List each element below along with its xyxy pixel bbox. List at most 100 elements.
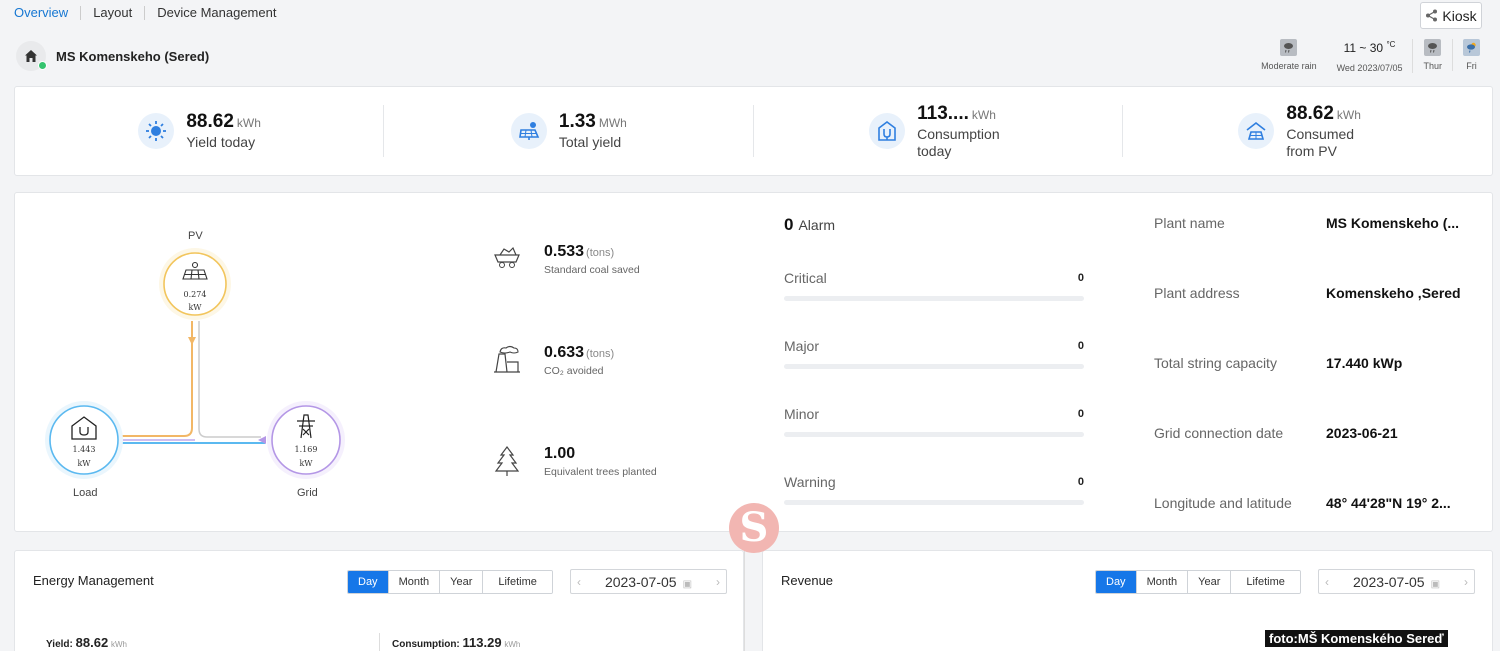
stat-label: Yield: bbox=[46, 639, 73, 650]
flow-line-pv-load bbox=[120, 321, 193, 437]
kpi-unit: kWh bbox=[236, 116, 261, 130]
section-title: Revenue bbox=[781, 573, 834, 588]
env-unit: (tons) bbox=[586, 247, 615, 259]
consumption-stat: Consumption: 113.29 kWh bbox=[392, 635, 520, 650]
energy-flow-diagram: 0.274 kW 1.443 kW 1.169 kW PV Load Grid bbox=[15, 193, 395, 533]
period-year[interactable]: Year bbox=[440, 571, 484, 593]
period-day[interactable]: Day bbox=[348, 571, 389, 593]
env-trees-planted: 1.00 Equivalent trees planted bbox=[490, 445, 720, 478]
period-month[interactable]: Month bbox=[388, 571, 441, 593]
pv-label: PV bbox=[188, 230, 203, 242]
period-year[interactable]: Year bbox=[1188, 571, 1232, 593]
weather-widget: Moderate rain 11 ~ 30 °C Wed 2023/07/05 … bbox=[1251, 39, 1480, 73]
env-unit: (tons) bbox=[586, 348, 615, 360]
alarm-panel: 0 Alarm Critical 0 Major 0 Minor 0 Warnin… bbox=[784, 215, 1084, 505]
alarm-row-name: Warning bbox=[784, 474, 836, 490]
watermark-divider bbox=[744, 540, 745, 651]
tab-layout[interactable]: Layout bbox=[81, 6, 146, 20]
next-date-icon[interactable]: › bbox=[716, 575, 720, 589]
plant-overview-card: 0.274 kW 1.443 kW 1.169 kW PV Load Grid … bbox=[14, 192, 1493, 532]
pv-house-icon bbox=[1238, 113, 1275, 149]
period-selector: Day Month Year Lifetime bbox=[347, 570, 553, 594]
tab-overview[interactable]: Overview bbox=[14, 6, 82, 20]
env-value: 0.533 bbox=[544, 243, 585, 260]
pv-value: 0.274 bbox=[184, 290, 207, 299]
date-picker[interactable]: ‹ 2023-07-05 ▣ › bbox=[1318, 569, 1475, 594]
calendar-icon: ▣ bbox=[1430, 578, 1441, 590]
section-title: Energy Management bbox=[33, 573, 154, 588]
env-value: 1.00 bbox=[544, 445, 576, 462]
online-status-dot bbox=[38, 61, 47, 70]
env-value: 0.633 bbox=[544, 344, 585, 361]
load-unit: kW bbox=[77, 459, 91, 468]
load-value: 1.443 bbox=[73, 445, 96, 454]
kpi-unit: MWh bbox=[598, 116, 627, 130]
alarm-row-warning[interactable]: Warning 0 bbox=[784, 474, 1084, 505]
alarm-row-count: 0 bbox=[1077, 340, 1084, 352]
calendar-icon: ▣ bbox=[682, 578, 693, 590]
next-date-icon[interactable]: › bbox=[1464, 575, 1468, 589]
prev-date-icon[interactable]: ‹ bbox=[577, 575, 581, 589]
kpi-total-yield: 1.33 MWh Total yield bbox=[384, 87, 754, 175]
photo-credit-watermark: foto:MŠ Komenského Sereď bbox=[1265, 630, 1448, 647]
solar-panel-icon bbox=[510, 113, 547, 149]
alarm-progress-bar bbox=[784, 432, 1084, 437]
factory-icon bbox=[490, 344, 524, 374]
energy-flow-svg: 0.274 kW 1.443 kW 1.169 kW bbox=[45, 248, 345, 479]
info-value: MS Komenskeho (... bbox=[1326, 215, 1460, 231]
stat-unit: kWh bbox=[504, 640, 521, 649]
sun-rain-icon bbox=[1463, 39, 1480, 56]
env-label: Equivalent trees planted bbox=[544, 466, 657, 478]
info-key: Total string capacity bbox=[1154, 355, 1277, 371]
pv-unit: kW bbox=[188, 303, 202, 312]
alarm-row-name: Major bbox=[784, 338, 820, 354]
info-value: Komenskeho ,Sered bbox=[1326, 285, 1461, 301]
grid-label: Grid bbox=[297, 487, 318, 499]
alarm-progress-bar bbox=[784, 500, 1084, 505]
stat-value: 113.29 bbox=[462, 635, 502, 650]
env-label: Standard coal saved bbox=[544, 264, 640, 276]
tab-device-management[interactable]: Device Management bbox=[145, 6, 288, 20]
kiosk-label: Kiosk bbox=[1442, 7, 1477, 24]
rain-cloud-icon bbox=[1280, 39, 1298, 56]
alarm-row-major[interactable]: Major 0 bbox=[784, 338, 1084, 369]
prev-date-icon[interactable]: ‹ bbox=[1325, 575, 1329, 589]
info-key: Grid connection date bbox=[1154, 425, 1284, 441]
weather-temp-block: 11 ~ 30 °C Wed 2023/07/05 bbox=[1327, 39, 1414, 73]
kpi-label: Consumption today bbox=[917, 125, 1000, 159]
plant-header: MS Komenskeho (Sered) bbox=[16, 41, 209, 71]
kpi-consumed-from-pv: 88.62 kWh Consumed from PV bbox=[1123, 87, 1492, 175]
info-value: 48° 44'28"N 19° 2... bbox=[1326, 495, 1451, 511]
alarm-row-critical[interactable]: Critical 0 bbox=[784, 270, 1084, 301]
temperature-range: 11 ~ 30 bbox=[1343, 41, 1384, 55]
tree-icon bbox=[490, 445, 524, 477]
period-lifetime[interactable]: Lifetime bbox=[1231, 571, 1300, 593]
period-day[interactable]: Day bbox=[1096, 571, 1137, 593]
kpi-consumption-today: 113.... kWh Consumption today bbox=[754, 87, 1124, 175]
rain-cloud-icon bbox=[1424, 39, 1442, 56]
weather-thursday: Thur bbox=[1413, 39, 1453, 71]
info-key: Plant name bbox=[1154, 215, 1225, 231]
energy-management-card: Energy Management Day Month Year Lifetim… bbox=[14, 550, 744, 651]
date-value: 2023-07-05 bbox=[604, 573, 677, 590]
temperature-unit: °C bbox=[1386, 40, 1396, 49]
logo-letter: S bbox=[739, 504, 769, 551]
period-lifetime[interactable]: Lifetime bbox=[483, 571, 552, 593]
alarm-row-minor[interactable]: Minor 0 bbox=[784, 406, 1084, 437]
coal-cart-icon bbox=[490, 243, 524, 269]
kpi-value: 88.62 bbox=[186, 111, 234, 132]
weather-friday: Fri bbox=[1453, 39, 1480, 71]
date-picker[interactable]: ‹ 2023-07-05 ▣ › bbox=[570, 569, 727, 594]
weather-today: Moderate rain bbox=[1251, 39, 1327, 71]
period-month[interactable]: Month bbox=[1136, 571, 1189, 593]
stat-label: Consumption: bbox=[392, 639, 460, 650]
kpi-unit: kWh bbox=[971, 107, 996, 122]
kiosk-button[interactable]: Kiosk bbox=[1420, 2, 1482, 29]
load-label: Load bbox=[73, 487, 98, 499]
weather-date: Wed 2023/07/05 bbox=[1336, 63, 1403, 73]
kpi-label: Yield today bbox=[186, 134, 256, 150]
flow-arrow bbox=[188, 337, 196, 345]
date-value: 2023-07-05 bbox=[1352, 573, 1425, 590]
info-key: Plant address bbox=[1154, 285, 1240, 301]
env-coal-saved: 0.533 (tons) Standard coal saved bbox=[490, 243, 720, 276]
